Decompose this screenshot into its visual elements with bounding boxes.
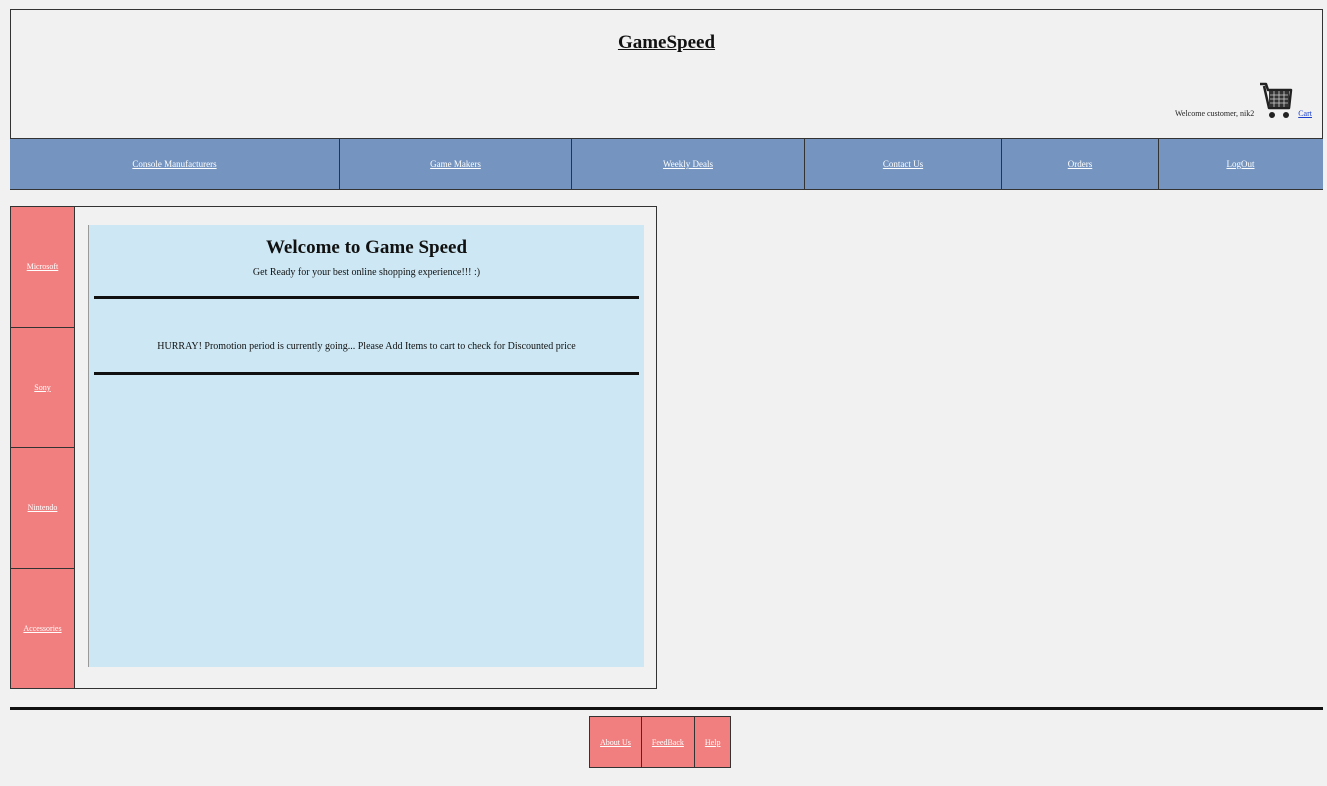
welcome-heading: Welcome to Game Speed	[265, 237, 468, 258]
nav-orders[interactable]: Orders	[1002, 139, 1159, 189]
sidebar-item-accessories[interactable]: Accessories	[11, 569, 74, 689]
footer-about-us[interactable]: About Us	[590, 717, 642, 767]
site-title[interactable]: GameSpeed	[11, 32, 1322, 54]
user-area: Welcome customer, nik2 Cart	[1175, 78, 1312, 122]
nav-console-manufacturers[interactable]: Console Manufacturers	[10, 139, 340, 189]
main-nav: Console Manufacturers Game Makers Weekly…	[10, 138, 1323, 190]
footer-nav: About Us FeedBack Help	[589, 716, 732, 768]
nav-logout[interactable]: LogOut	[1159, 139, 1322, 189]
welcome-subtitle: Get Ready for your best online shopping …	[252, 267, 481, 278]
content-area: Welcome to Game Speed Get Ready for your…	[88, 225, 644, 667]
divider	[94, 372, 639, 375]
sidebar-item-microsoft[interactable]: Microsoft	[11, 207, 74, 328]
footer-divider	[10, 707, 1323, 710]
cart-link[interactable]: Cart	[1298, 109, 1312, 118]
footer-help[interactable]: Help	[695, 717, 731, 767]
shopping-cart-icon[interactable]	[1258, 78, 1294, 122]
footer-feedback[interactable]: FeedBack	[642, 717, 695, 767]
welcome-text: Welcome customer, nik2	[1174, 109, 1255, 118]
nav-contact-us[interactable]: Contact Us	[805, 139, 1002, 189]
nav-weekly-deals[interactable]: Weekly Deals	[572, 139, 805, 189]
site-header: GameSpeed Welcome customer, nik2 Cart	[10, 9, 1323, 138]
main-panel: Microsoft Sony Nintendo Accessories Welc…	[10, 206, 657, 689]
sidebar-item-sony[interactable]: Sony	[11, 328, 74, 448]
sidebar-item-nintendo[interactable]: Nintendo	[11, 448, 74, 569]
promo-message: HURRAY! Promotion period is currently go…	[157, 341, 576, 352]
nav-game-makers[interactable]: Game Makers	[340, 139, 572, 189]
sidebar: Microsoft Sony Nintendo Accessories	[11, 207, 75, 688]
